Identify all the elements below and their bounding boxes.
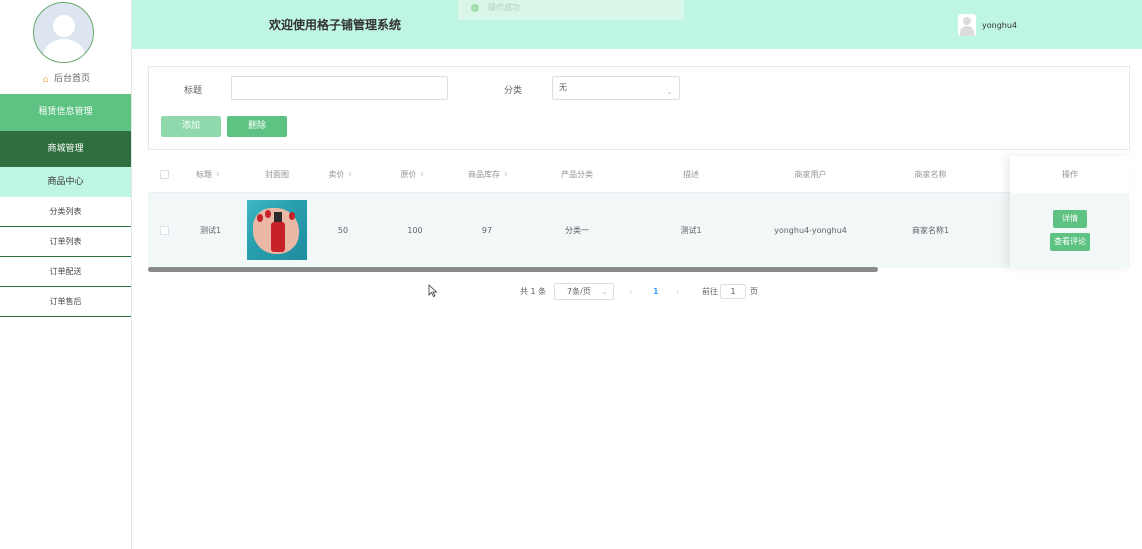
category-label: 分类 xyxy=(504,86,523,96)
title-label: 标题 xyxy=(184,86,203,96)
sort-caret-icon[interactable]: ⇕ xyxy=(215,156,220,193)
avatar[interactable] xyxy=(33,2,94,63)
success-toast: 操作成功 xyxy=(458,0,684,20)
user-name[interactable]: yonghu4 xyxy=(982,21,1017,30)
col-stock[interactable]: 商品库存 ⇕ xyxy=(453,156,523,193)
cell-category: 分类一 xyxy=(565,226,589,235)
sort-caret-icon[interactable]: ⇕ xyxy=(503,156,508,193)
sidebar-item-category-list[interactable]: 分类列表 xyxy=(0,197,131,227)
row-checkbox[interactable] xyxy=(160,226,169,235)
category-select-value: 无 xyxy=(559,83,567,92)
cell-original-price: 100 xyxy=(407,226,423,235)
sidebar-home-label: 后台首页 xyxy=(53,74,90,84)
cell-title: 测试1 xyxy=(199,226,222,235)
product-table: 标题 ⇕ 封面图 卖价 ⇕ 原价 ⇕ 商品库存 ⇕ 产品分类 描述 商家用户 商家名称 … xyxy=(148,156,1130,271)
cell-description: 测试1 xyxy=(680,226,702,235)
col-original-price[interactable]: 原价 ⇕ xyxy=(385,156,440,193)
goto-label: 前往 xyxy=(702,287,718,296)
sort-caret-icon[interactable]: ⇕ xyxy=(347,156,352,193)
col-cover: 封面图 xyxy=(265,170,289,179)
menu-rental-info[interactable]: 租赁信息管理 xyxy=(0,94,131,131)
title-input[interactable] xyxy=(231,76,448,100)
sidebar-item-order-delivery[interactable]: 订单配送 xyxy=(0,257,131,287)
sidebar-item-after-sales[interactable]: 订单售后 xyxy=(0,287,131,317)
product-cover-image xyxy=(247,200,307,260)
cell-merchant-name: 商家名称1 xyxy=(911,226,950,235)
cover-nail-shape xyxy=(289,212,295,220)
cover-polish-bottle xyxy=(271,222,285,252)
add-button[interactable]: 添加 xyxy=(161,116,221,137)
table-header: 标题 ⇕ 封面图 卖价 ⇕ 原价 ⇕ 商品库存 ⇕ 产品分类 描述 商家用户 商家名称 xyxy=(148,156,1130,193)
delete-button[interactable]: 删除 xyxy=(227,116,287,137)
actions-cell: 详情 查看评论 xyxy=(1010,193,1130,268)
col-category: 产品分类 xyxy=(561,170,593,179)
success-icon xyxy=(471,4,479,12)
user-avatar[interactable] xyxy=(958,14,976,36)
sidebar-item-home[interactable]: ⌂ 后台首页 xyxy=(0,70,131,88)
page-size-value: 7条/页 xyxy=(567,287,591,296)
cell-stock: 97 xyxy=(481,226,493,235)
actions-column: 操作 详情 查看评论 xyxy=(1010,156,1132,268)
col-title[interactable]: 标题 ⇕ xyxy=(183,156,233,193)
category-select[interactable]: 无 ⌄ xyxy=(552,76,680,100)
page-number-current[interactable]: 1 xyxy=(653,283,659,300)
col-price[interactable]: 卖价 ⇕ xyxy=(313,156,368,193)
chevron-right-icon[interactable]: › xyxy=(676,283,679,300)
col-title-label: 标题 xyxy=(195,170,212,179)
col-stock-label: 商品库存 xyxy=(467,170,500,179)
toast-text: 操作成功 xyxy=(488,3,520,12)
sidebar-item-order-list[interactable]: 订单列表 xyxy=(0,227,131,257)
view-comments-button[interactable]: 查看评论 xyxy=(1050,233,1090,251)
sidebar: ⌂ 后台首页 租赁信息管理 商城管理 商品中心 分类列表 订单列表 订单配送 订单… xyxy=(0,0,132,549)
sort-caret-icon[interactable]: ⇕ xyxy=(419,156,424,193)
mouse-cursor-icon xyxy=(428,284,438,297)
col-price-label: 卖价 xyxy=(328,170,345,179)
avatar-body xyxy=(43,39,85,62)
cover-nail-shape xyxy=(265,210,271,218)
chevron-left-icon[interactable]: ‹ xyxy=(629,283,632,300)
goto-page-input[interactable]: 1 xyxy=(720,284,746,299)
cell-merchant-user: yonghu4-yonghu4 xyxy=(774,226,847,235)
table-row[interactable]: 测试1 50 100 97 分类一 测试1 yonghu4-yonghu4 商家… xyxy=(148,193,1130,268)
chevron-down-icon: ⌄ xyxy=(666,87,673,96)
avatar-head xyxy=(53,15,75,37)
pagination-total: 共 1 条 xyxy=(520,287,547,296)
select-all-checkbox[interactable] xyxy=(160,170,169,179)
page-size-select[interactable]: 7条/页 ⌄ xyxy=(554,283,614,300)
page-title: 欢迎使用格子铺管理系统 xyxy=(269,18,402,32)
detail-button[interactable]: 详情 xyxy=(1053,210,1087,228)
user-avatar-head xyxy=(963,17,971,25)
cell-price: 50 xyxy=(337,226,349,235)
user-avatar-body xyxy=(960,26,974,36)
col-merchant-name: 商家名称 xyxy=(914,170,947,179)
page-suffix-label: 页 xyxy=(750,287,758,296)
cover-nail-shape xyxy=(257,214,263,222)
menu-product-center[interactable]: 商品中心 xyxy=(0,167,131,197)
col-original-price-label: 原价 xyxy=(400,170,417,179)
col-description: 描述 xyxy=(683,170,699,179)
search-panel: 标题 分类 无 ⌄ 添加 删除 xyxy=(148,66,1130,150)
home-icon: ⌂ xyxy=(42,75,49,85)
col-merchant-user: 商家用户 xyxy=(794,170,827,179)
table-horizontal-scrollbar[interactable] xyxy=(148,267,878,272)
menu-mall-management[interactable]: 商城管理 xyxy=(0,131,131,167)
chevron-down-icon: ⌄ xyxy=(601,287,608,296)
col-actions: 操作 xyxy=(1062,170,1078,179)
